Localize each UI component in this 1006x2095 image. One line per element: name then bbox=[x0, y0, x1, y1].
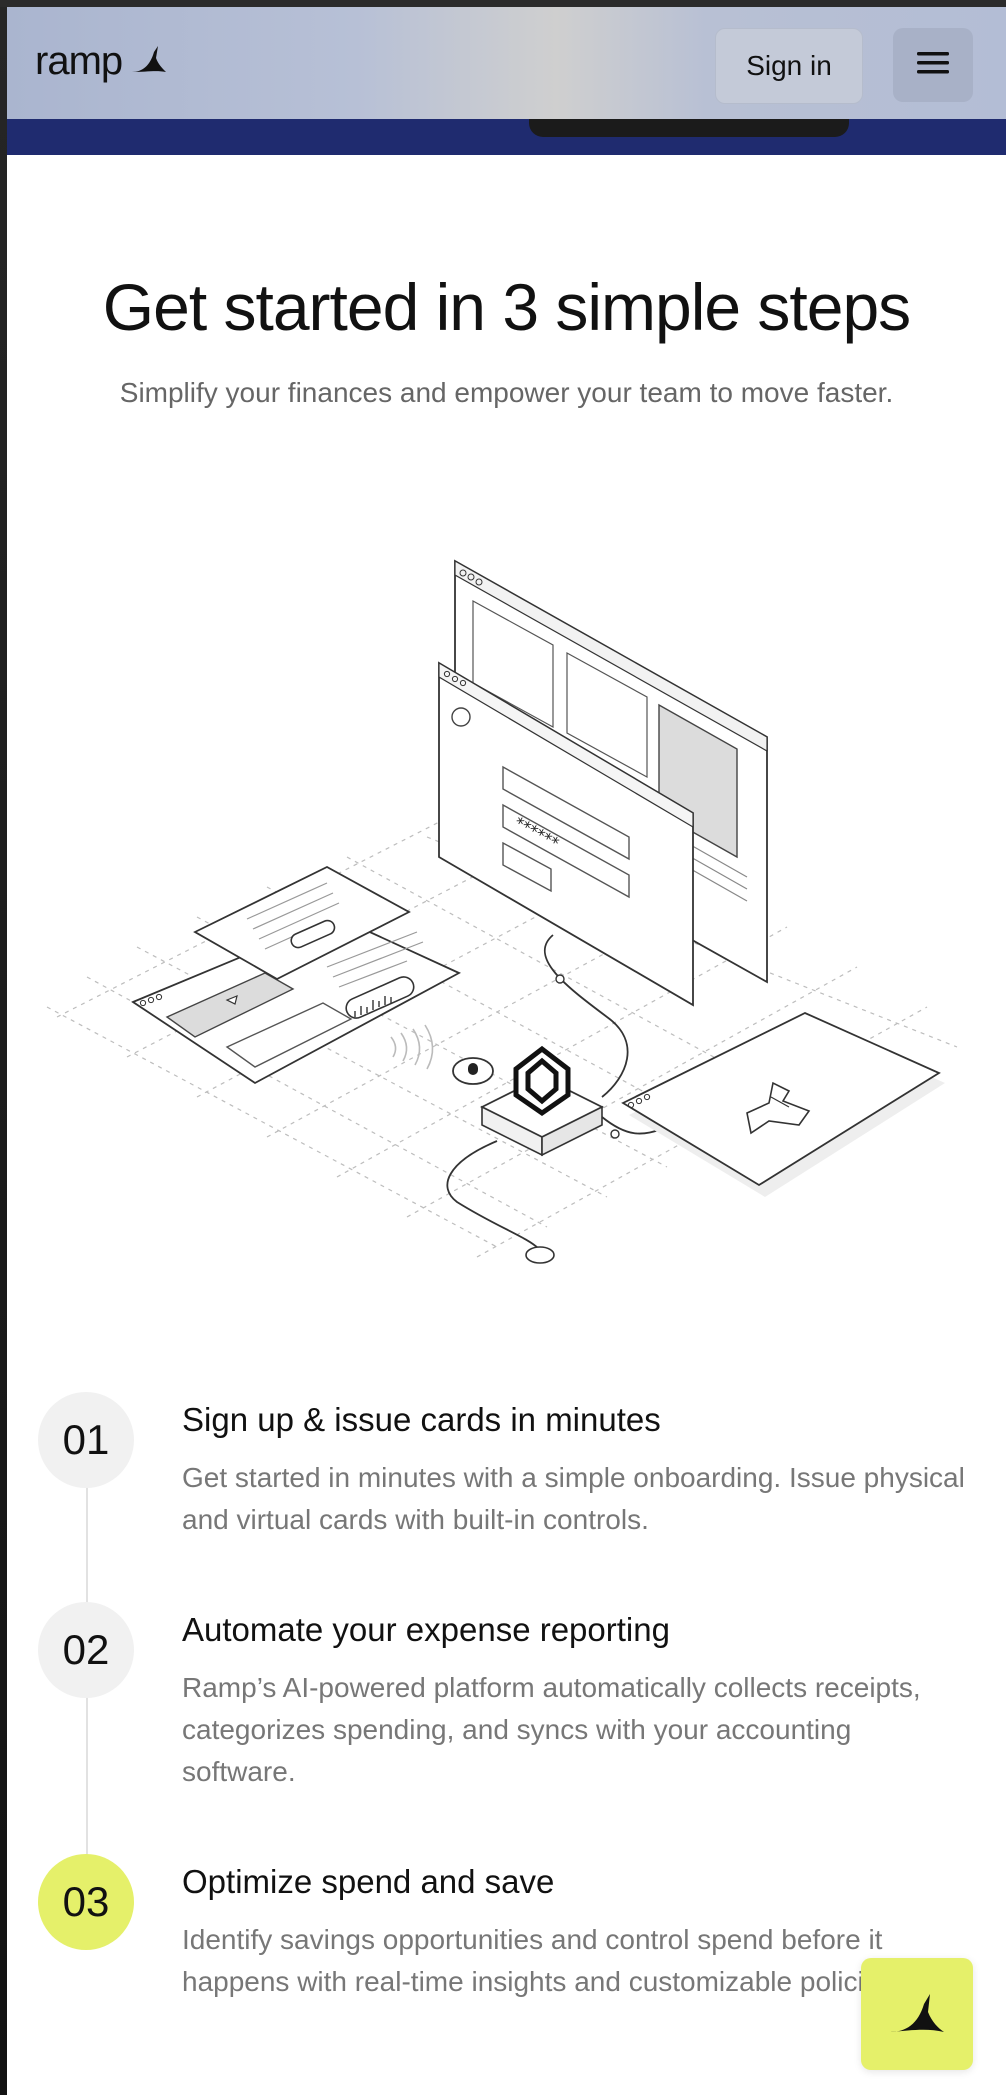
chat-fab-button[interactable] bbox=[861, 1958, 973, 2070]
page: ramp Sign in Get started in 3 simple ste… bbox=[7, 7, 1006, 2095]
step-description: Get started in minutes with a simple onb… bbox=[182, 1462, 965, 1535]
site-header: ramp Sign in bbox=[7, 7, 1006, 119]
ramp-chat-icon bbox=[886, 1988, 948, 2041]
step-title: Automate your expense reporting bbox=[182, 1611, 670, 1648]
cards-panel bbox=[131, 865, 462, 1085]
step-description: Identify savings opportunities and contr… bbox=[182, 1924, 902, 1997]
step-number-badge-active: 03 bbox=[38, 1854, 134, 1950]
endpoint-node bbox=[525, 1246, 555, 1264]
menu-button[interactable] bbox=[893, 28, 973, 102]
steps-illustration: ****** bbox=[46, 559, 958, 1264]
sign-in-button[interactable]: Sign in bbox=[715, 28, 863, 104]
logo-text: ramp bbox=[35, 38, 123, 83]
section-title: Get started in 3 simple steps bbox=[102, 270, 911, 344]
microphone-icon bbox=[452, 1057, 494, 1085]
step-number-badge: 01 bbox=[38, 1392, 134, 1488]
browser-left-edge bbox=[0, 0, 7, 2095]
step-title: Optimize spend and save bbox=[182, 1863, 555, 1900]
integration-panel bbox=[621, 1012, 945, 1197]
step-number-badge: 02 bbox=[38, 1602, 134, 1698]
step-description: Ramp’s AI-powered platform automatically… bbox=[182, 1672, 921, 1787]
browser-top-edge bbox=[0, 0, 1006, 7]
section-subtitle: Simplify your finances and empower your … bbox=[119, 377, 894, 408]
ramp-logo[interactable]: ramp bbox=[35, 37, 168, 85]
step-title: Sign up & issue cards in minutes bbox=[182, 1401, 661, 1438]
ramp-logo-icon bbox=[128, 42, 168, 81]
ramp-hub bbox=[479, 1045, 605, 1157]
hamburger-menu-icon bbox=[916, 50, 950, 81]
